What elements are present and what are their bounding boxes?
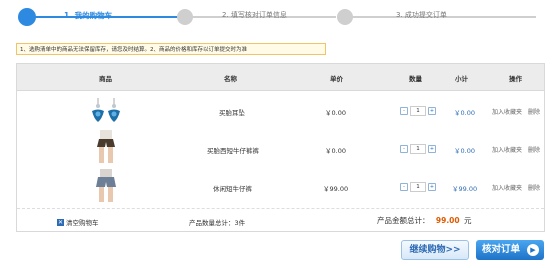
product-subtotal: ￥0.00 bbox=[454, 147, 475, 155]
cart-notice: 1、选购清单中的商品无法保留库存，请您及时结算。2、商品的价格和库存以订单提交时… bbox=[16, 43, 326, 55]
product-price: ￥0.00 bbox=[325, 147, 346, 155]
add-favorite-link[interactable]: 加入收藏夹 bbox=[492, 185, 522, 192]
continue-shopping-button[interactable]: 继续购物>> bbox=[401, 240, 469, 260]
step-1-dot bbox=[18, 8, 36, 26]
header-ops: 操作 bbox=[509, 75, 522, 83]
earring-image[interactable] bbox=[89, 97, 123, 123]
qty-plus-button[interactable]: + bbox=[428, 145, 436, 153]
total-value: 99.00 bbox=[435, 216, 460, 225]
product-name[interactable]: 买胎西短牛仔裤裤 bbox=[207, 145, 259, 155]
total-unit: 元 bbox=[464, 216, 472, 225]
denim-shorts-image[interactable] bbox=[90, 169, 122, 203]
table-row: 休闲短牛仔裤 ￥99.00 - 1 + ￥99.00 加入收藏夹 删除 bbox=[17, 167, 544, 205]
step-2-dot bbox=[177, 9, 193, 25]
product-price: ￥99.00 bbox=[323, 185, 349, 193]
table-row: 买胎西短牛仔裤裤 ￥0.00 - 1 + ￥0.00 加入收藏夹 删除 bbox=[17, 129, 544, 167]
step-2-label: 2. 填写核对订单信息 bbox=[222, 11, 287, 19]
x-icon: ✕ bbox=[57, 218, 64, 226]
table-row: 买胎耳坠 ￥0.00 - 1 + ￥0.00 加入收藏夹 删除 bbox=[17, 91, 544, 129]
qty-minus-button[interactable]: - bbox=[400, 107, 408, 115]
checkout-label: 核对订单 bbox=[482, 244, 521, 255]
quantity-stepper: - 1 + bbox=[400, 182, 436, 192]
shorts-image[interactable] bbox=[91, 130, 121, 164]
clear-cart-button[interactable]: ✕ 清空购物车 bbox=[57, 217, 99, 227]
quantity-stepper: - 1 + bbox=[400, 106, 436, 116]
delete-link[interactable]: 删除 bbox=[528, 109, 540, 116]
qty-input[interactable]: 1 bbox=[410, 106, 426, 116]
product-name[interactable]: 休闲短牛仔裤 bbox=[213, 183, 252, 193]
header-price: 单价 bbox=[330, 75, 343, 83]
add-favorite-link[interactable]: 加入收藏夹 bbox=[492, 147, 522, 154]
clear-cart-label: 清空购物车 bbox=[66, 219, 99, 227]
header-name: 名称 bbox=[224, 75, 237, 83]
row-actions: 加入收藏夹 删除 bbox=[492, 107, 546, 116]
qty-input[interactable]: 1 bbox=[410, 182, 426, 192]
header-subtotal: 小计 bbox=[455, 75, 468, 83]
table-header: 商品 名称 单价 数量 小计 操作 bbox=[17, 64, 544, 91]
step-3-label: 3. 成功提交订单 bbox=[396, 11, 447, 19]
step-1-label[interactable]: 1. 我的购物车 bbox=[64, 10, 112, 21]
row-actions: 加入收藏夹 删除 bbox=[492, 183, 546, 192]
product-count: 产品数量总计：3件 bbox=[189, 219, 246, 227]
qty-minus-button[interactable]: - bbox=[400, 183, 408, 191]
product-subtotal: ￥99.00 bbox=[452, 185, 478, 193]
checkout-button[interactable]: 核对订单 ▶ bbox=[476, 240, 544, 260]
row-actions: 加入收藏夹 删除 bbox=[492, 145, 546, 154]
quantity-stepper: - 1 + bbox=[400, 144, 436, 154]
qty-plus-button[interactable]: + bbox=[428, 107, 436, 115]
table-divider bbox=[17, 208, 544, 209]
qty-input[interactable]: 1 bbox=[410, 144, 426, 154]
product-price: ￥0.00 bbox=[325, 109, 346, 117]
header-product: 商品 bbox=[99, 75, 112, 83]
product-subtotal: ￥0.00 bbox=[454, 109, 475, 117]
product-name[interactable]: 买胎耳坠 bbox=[219, 107, 245, 117]
arrow-right-icon: ▶ bbox=[527, 244, 539, 256]
qty-plus-button[interactable]: + bbox=[428, 183, 436, 191]
header-qty: 数量 bbox=[409, 75, 422, 83]
cart-table: 商品 名称 单价 数量 小计 操作 买胎耳坠 ￥0.00 - 1 + ￥0.00… bbox=[16, 63, 545, 232]
add-favorite-link[interactable]: 加入收藏夹 bbox=[492, 109, 522, 116]
total-label: 产品金额总计： bbox=[377, 216, 430, 225]
qty-minus-button[interactable]: - bbox=[400, 145, 408, 153]
order-total: 产品金额总计： 99.00 元 bbox=[377, 215, 472, 226]
delete-link[interactable]: 删除 bbox=[528, 185, 540, 192]
step-3-dot bbox=[337, 9, 353, 25]
delete-link[interactable]: 删除 bbox=[528, 147, 540, 154]
